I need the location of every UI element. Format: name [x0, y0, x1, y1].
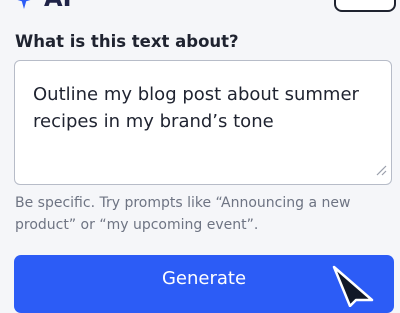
header: AI: [0, 0, 400, 12]
prompt-textarea[interactable]: Outline my blog post about summer recipe…: [14, 60, 392, 185]
sparkles-icon: [14, 0, 40, 11]
header-action-button[interactable]: [334, 0, 396, 12]
helper-text: Be specific. Try prompts like “Announcin…: [15, 195, 351, 233]
prompt-question-label: What is this text about?: [15, 32, 239, 51]
mouse-pointer-icon: [328, 262, 378, 311]
generate-button-label: Generate: [161, 268, 247, 289]
ai-brand: AI: [14, 0, 72, 12]
prompt-text-value[interactable]: Outline my blog post about summer recipe…: [33, 81, 378, 135]
resize-handle-icon[interactable]: [375, 161, 387, 180]
ai-title: AI: [44, 0, 72, 12]
